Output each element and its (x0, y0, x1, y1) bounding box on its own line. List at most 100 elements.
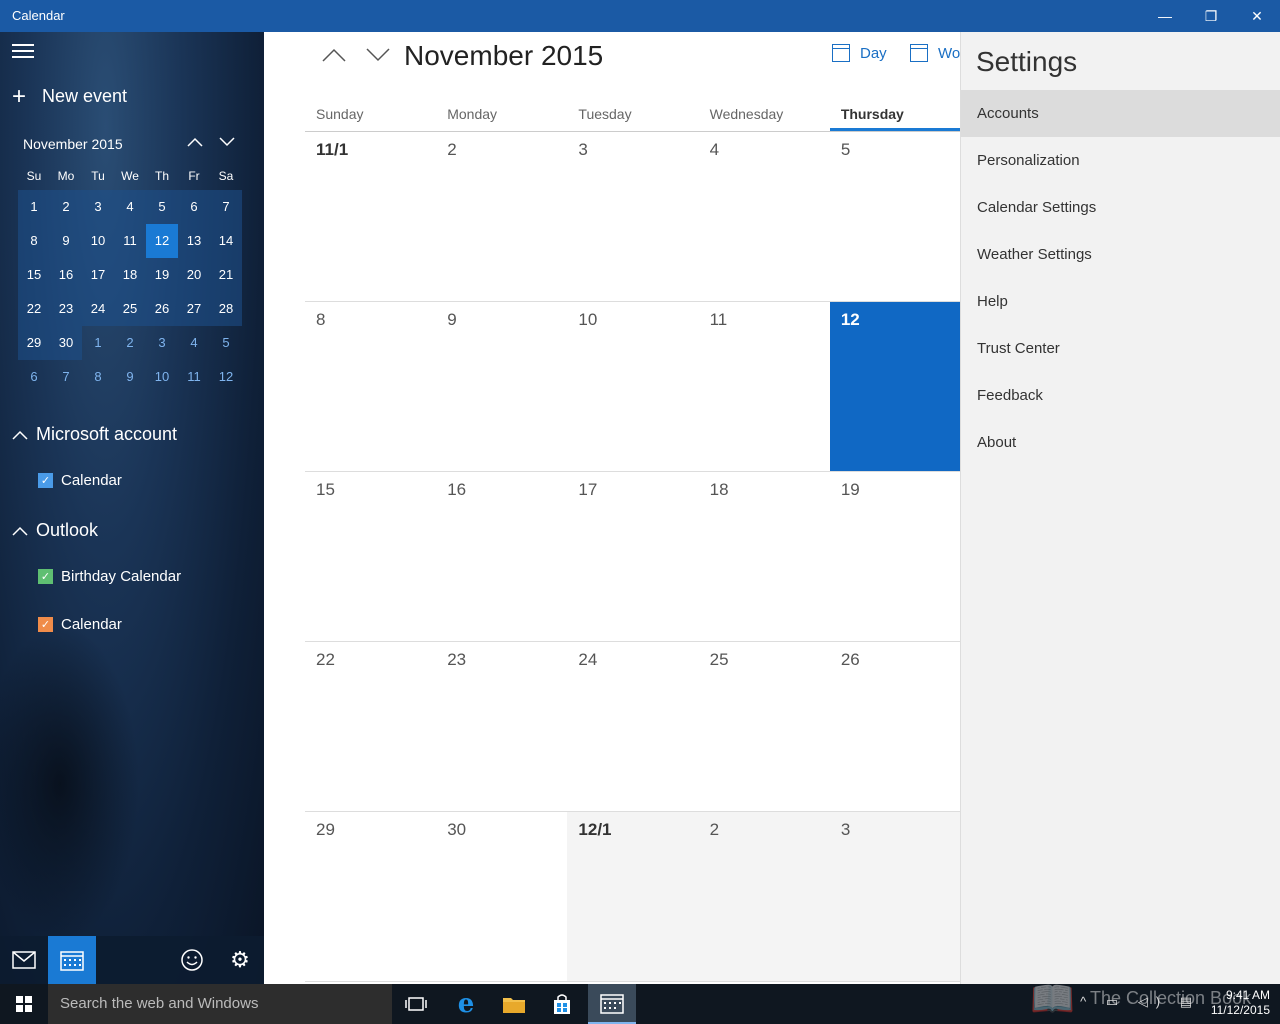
mini-calendar-day[interactable]: 22 (18, 292, 50, 326)
day-view-button[interactable]: Day (832, 44, 887, 62)
day-cell-next-month[interactable]: 3 (829, 812, 961, 981)
start-button[interactable] (0, 984, 48, 1024)
day-cell[interactable]: 19 (830, 472, 961, 641)
restore-button[interactable]: ❐ (1188, 0, 1234, 32)
store-button[interactable] (538, 984, 586, 1024)
settings-item-about[interactable]: About (961, 419, 1280, 466)
file-explorer-button[interactable] (490, 984, 538, 1024)
day-cell[interactable]: 16 (436, 472, 567, 641)
calendar-item[interactable]: ✓ Calendar (38, 616, 122, 633)
day-cell[interactable]: 25 (699, 642, 830, 811)
mini-calendar-day[interactable]: 21 (210, 258, 242, 292)
settings-item-help[interactable]: Help (961, 278, 1280, 325)
mini-calendar-day[interactable]: 10 (82, 224, 114, 258)
mini-calendar-day[interactable]: 6 (18, 360, 50, 394)
day-cell-next-month[interactable]: 12/1 (567, 812, 699, 981)
feedback-button[interactable] (168, 936, 216, 984)
edge-icon[interactable]: e (442, 984, 490, 1024)
day-cell[interactable]: 24 (567, 642, 698, 811)
taskbar-search-box[interactable]: Search the web and Windows (48, 984, 392, 1024)
group-outlook[interactable]: Outlook (12, 520, 98, 541)
settings-item-accounts[interactable]: Accounts (961, 90, 1280, 137)
clock[interactable]: 9:41 AM 11/12/2015 (1211, 988, 1270, 1018)
mini-calendar-day[interactable]: 2 (50, 190, 82, 224)
mini-calendar-day[interactable]: 5 (210, 326, 242, 360)
mini-calendar-day[interactable]: 9 (114, 360, 146, 394)
mini-calendar-day[interactable]: 9 (50, 224, 82, 258)
mini-calendar-day[interactable]: 10 (146, 360, 178, 394)
mini-calendar-day[interactable]: 7 (210, 190, 242, 224)
mini-calendar-day[interactable]: 6 (178, 190, 210, 224)
checkbox-checked-icon[interactable]: ✓ (38, 617, 53, 632)
mini-calendar-day[interactable]: 26 (146, 292, 178, 326)
day-cell[interactable]: 30 (436, 812, 567, 981)
day-cell[interactable]: 22 (305, 642, 436, 811)
minimize-button[interactable]: — (1142, 0, 1188, 32)
work-week-view-button[interactable]: Wor (910, 44, 961, 62)
mini-calendar-day[interactable]: 4 (178, 326, 210, 360)
mini-calendar-day[interactable]: 24 (82, 292, 114, 326)
mini-calendar-day[interactable]: 2 (114, 326, 146, 360)
mini-calendar-next-button[interactable] (216, 134, 238, 156)
next-month-button[interactable] (360, 42, 396, 72)
day-cell[interactable]: 5 (830, 132, 961, 301)
mini-calendar-day[interactable]: 17 (82, 258, 114, 292)
day-cell[interactable]: 3 (567, 132, 698, 301)
day-cell[interactable]: 4 (699, 132, 830, 301)
mini-calendar-day[interactable]: 8 (18, 224, 50, 258)
calendar-button[interactable] (48, 936, 96, 984)
settings-item-trust-center[interactable]: Trust Center (961, 325, 1280, 372)
mini-calendar-day[interactable]: 3 (82, 190, 114, 224)
close-button[interactable]: ✕ (1234, 0, 1280, 32)
checkbox-checked-icon[interactable]: ✓ (38, 473, 53, 488)
mini-calendar-day[interactable]: 11 (114, 224, 146, 258)
mini-calendar-day[interactable]: 27 (178, 292, 210, 326)
system-tray-icons[interactable]: ^ ▭ ◁) ▤ (1080, 994, 1200, 1010)
mini-calendar-day[interactable]: 11 (178, 360, 210, 394)
mini-calendar-day[interactable]: 23 (50, 292, 82, 326)
calendar-app-button[interactable] (588, 984, 636, 1024)
mini-calendar-day[interactable]: 1 (18, 190, 50, 224)
day-cell[interactable]: 9 (436, 302, 567, 471)
day-cell[interactable]: 10 (567, 302, 698, 471)
day-cell[interactable]: 2 (436, 132, 567, 301)
mini-calendar-day[interactable]: 28 (210, 292, 242, 326)
day-cell[interactable]: 11/1 (305, 132, 436, 301)
new-event-button[interactable]: + New event (12, 84, 127, 108)
mini-calendar-day[interactable]: 14 (210, 224, 242, 258)
settings-item-personalization[interactable]: Personalization (961, 137, 1280, 184)
day-cell[interactable]: 18 (699, 472, 830, 641)
mini-calendar-day[interactable]: 25 (114, 292, 146, 326)
mini-calendar-day[interactable]: 18 (114, 258, 146, 292)
mini-calendar-title[interactable]: November 2015 (23, 136, 245, 152)
mini-calendar-day[interactable]: 30 (50, 326, 82, 360)
day-cell[interactable]: 29 (305, 812, 436, 981)
mini-calendar-day[interactable]: 4 (114, 190, 146, 224)
day-cell[interactable]: 23 (436, 642, 567, 811)
checkbox-checked-icon[interactable]: ✓ (38, 569, 53, 584)
settings-item-weather-settings[interactable]: Weather Settings (961, 231, 1280, 278)
settings-button[interactable]: ⚙ (216, 936, 264, 984)
day-cell-next-month[interactable]: 2 (698, 812, 830, 981)
mini-calendar-day-today[interactable]: 12 (146, 224, 178, 258)
mini-calendar-day[interactable]: 16 (50, 258, 82, 292)
day-cell[interactable]: 15 (305, 472, 436, 641)
mini-calendar-day[interactable]: 29 (18, 326, 50, 360)
mini-calendar-day[interactable]: 15 (18, 258, 50, 292)
hamburger-menu-icon[interactable] (12, 44, 34, 60)
mini-calendar-day[interactable]: 7 (50, 360, 82, 394)
mini-calendar-day[interactable]: 1 (82, 326, 114, 360)
mini-calendar-day[interactable]: 5 (146, 190, 178, 224)
day-cell[interactable]: 11 (699, 302, 830, 471)
calendar-item[interactable]: ✓ Calendar (38, 472, 122, 489)
day-cell-today[interactable]: 12 (829, 302, 961, 471)
task-view-button[interactable] (392, 984, 440, 1024)
mini-calendar-day[interactable]: 3 (146, 326, 178, 360)
group-microsoft-account[interactable]: Microsoft account (12, 424, 177, 445)
day-cell[interactable]: 17 (567, 472, 698, 641)
mini-calendar-day[interactable]: 20 (178, 258, 210, 292)
settings-item-calendar-settings[interactable]: Calendar Settings (961, 184, 1280, 231)
previous-month-button[interactable] (316, 42, 352, 72)
mini-calendar-day[interactable]: 19 (146, 258, 178, 292)
mini-calendar-day[interactable]: 8 (82, 360, 114, 394)
